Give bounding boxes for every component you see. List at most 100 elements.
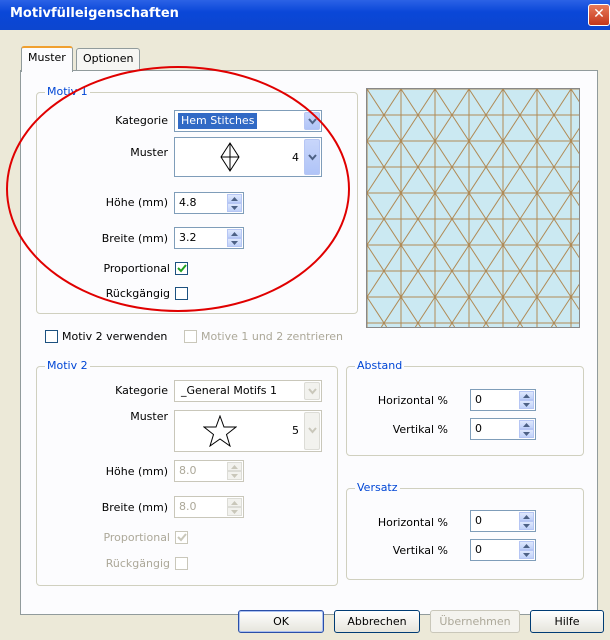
pattern-preview-canvas	[367, 89, 579, 327]
tab-muster[interactable]: Muster	[21, 46, 73, 72]
abstand-group: Abstand	[346, 359, 584, 456]
versatz-legend: Versatz	[355, 481, 400, 494]
motiv2-kategorie-select[interactable]: _General Motifs 1	[174, 380, 322, 402]
pattern-stitch-line	[367, 89, 524, 327]
window-title: Motivfülleigenschaften	[10, 6, 179, 21]
pattern-preview	[366, 88, 580, 328]
spin-up-icon[interactable]	[227, 462, 242, 471]
center-motifs-label: Motive 1 und 2 zentrieren	[201, 330, 343, 343]
pattern-stitch-line	[400, 89, 558, 327]
motiv1-kategorie-select[interactable]: Hem Stitches	[174, 110, 322, 132]
star-outline-icon	[203, 415, 237, 447]
motiv2-breite-label: Breite (mm)	[101, 501, 168, 514]
checkmark-icon	[177, 264, 187, 273]
spin-up-icon[interactable]	[227, 498, 242, 507]
pattern-stitch-line	[367, 140, 490, 327]
abstand-horizontal-spinner[interactable]: 0	[470, 389, 536, 411]
abstand-vertikal-value: 0	[475, 422, 482, 435]
motiv1-rueckgaengig-label: Rückgängig	[105, 287, 170, 300]
chevron-down-icon[interactable]	[304, 382, 320, 400]
spin-up-icon[interactable]	[227, 194, 242, 203]
motiv1-hoehe-spinner[interactable]: 4.8	[174, 192, 244, 214]
motiv2-kategorie-label: Kategorie	[115, 384, 168, 397]
motiv2-muster-label: Muster	[130, 410, 168, 423]
spin-up-icon[interactable]	[227, 229, 242, 238]
chevron-down-icon[interactable]	[304, 139, 320, 175]
spin-up-icon[interactable]	[519, 512, 534, 521]
motiv2-breite-value: 8.0	[179, 500, 197, 513]
spin-up-icon[interactable]	[519, 541, 534, 550]
pattern-stitch-line	[414, 89, 572, 327]
motiv2-use-label: Motiv 2 verwenden	[62, 330, 168, 343]
motiv1-hoehe-label: Höhe (mm)	[105, 196, 168, 209]
abstand-vertikal-spinner[interactable]: 0	[470, 418, 536, 440]
spin-up-icon[interactable]	[519, 391, 534, 400]
close-button[interactable]: ✕	[588, 4, 610, 26]
pattern-stitch-line	[482, 179, 579, 327]
title-bar[interactable]: Motivfülleigenschaften ✕	[0, 0, 610, 30]
ok-button[interactable]: OK	[238, 610, 324, 633]
abstand-legend: Abstand	[355, 359, 405, 372]
motiv1-breite-spinner[interactable]: 3.2	[174, 227, 244, 249]
motiv2-hoehe-value: 8.0	[179, 464, 197, 477]
pattern-stitch-line	[367, 89, 402, 142]
tab-optionen[interactable]: Optionen	[76, 48, 140, 70]
pattern-stitch-line	[550, 283, 579, 327]
chevron-down-icon[interactable]	[304, 112, 320, 130]
motiv2-hoehe-label: Höhe (mm)	[105, 465, 168, 478]
versatz-vertikal-label: Vertikal %	[392, 544, 448, 557]
motiv1-proportional-checkbox[interactable]	[175, 262, 188, 275]
diamond-stitch-icon	[220, 142, 240, 172]
spin-down-icon[interactable]	[227, 507, 242, 516]
spin-down-icon[interactable]	[227, 471, 242, 480]
motiv2-rueckgaengig-label: Rückgängig	[105, 557, 170, 570]
motiv1-breite-label: Breite (mm)	[101, 232, 168, 245]
motiv2-proportional-checkbox[interactable]	[175, 531, 188, 544]
versatz-vertikal-value: 0	[475, 543, 482, 556]
spin-down-icon[interactable]	[519, 400, 534, 409]
abstand-vertikal-label: Vertikal %	[392, 423, 448, 436]
motiv2-proportional-label: Proportional	[103, 531, 170, 544]
motiv1-kategorie-value: Hem Stitches	[178, 113, 258, 129]
versatz-horizontal-label: Horizontal %	[377, 516, 448, 529]
spin-down-icon[interactable]	[227, 203, 242, 212]
motiv1-proportional-label: Proportional	[103, 262, 170, 275]
center-motifs-checkbox[interactable]	[184, 330, 197, 343]
pattern-stitch-line	[468, 89, 579, 259]
versatz-vertikal-spinner[interactable]: 0	[470, 539, 536, 561]
spin-down-icon[interactable]	[519, 521, 534, 530]
chevron-down-icon[interactable]	[304, 412, 320, 450]
versatz-group: Versatz	[346, 481, 584, 580]
pattern-stitch-line	[367, 89, 470, 246]
motiv1-muster-label: Muster	[130, 146, 168, 159]
motiv2-kategorie-value: _General Motifs 1	[181, 384, 278, 397]
spin-down-icon[interactable]	[519, 550, 534, 559]
close-icon: ✕	[593, 6, 605, 22]
spin-up-icon[interactable]	[519, 420, 534, 429]
apply-button[interactable]: Übernehmen	[430, 610, 520, 633]
motiv1-rueckgaengig-checkbox[interactable]	[175, 287, 188, 300]
motiv2-muster-picker[interactable]: 5	[174, 410, 322, 452]
motiv1-hoehe-value: 4.8	[179, 196, 197, 209]
motiv2-use-checkbox[interactable]	[45, 330, 58, 343]
motiv2-breite-spinner[interactable]: 8.0	[174, 496, 244, 518]
pattern-stitch-line	[536, 89, 579, 155]
motiv1-muster-number: 4	[292, 151, 299, 164]
motiv1-legend: Motiv 1	[45, 85, 90, 98]
spin-down-icon[interactable]	[519, 429, 534, 438]
cancel-button[interactable]: Abbrechen	[334, 610, 420, 633]
motiv2-rueckgaengig-checkbox[interactable]	[175, 557, 188, 570]
versatz-horizontal-spinner[interactable]: 0	[470, 510, 536, 532]
tab-optionen-label: Optionen	[83, 52, 134, 65]
spin-down-icon[interactable]	[227, 238, 242, 247]
motiv2-hoehe-spinner[interactable]: 8.0	[174, 460, 244, 482]
pattern-stitch-line	[380, 89, 538, 327]
motiv2-muster-number: 5	[292, 424, 299, 437]
motiv2-legend: Motiv 2	[45, 359, 90, 372]
tab-muster-label: Muster	[28, 51, 66, 64]
motiv1-muster-picker[interactable]: 4	[174, 137, 322, 177]
help-button[interactable]: Hilfe	[530, 610, 604, 633]
abstand-horizontal-label: Horizontal %	[377, 394, 448, 407]
motiv1-kategorie-label: Kategorie	[115, 114, 168, 127]
checkmark-icon	[177, 533, 187, 542]
